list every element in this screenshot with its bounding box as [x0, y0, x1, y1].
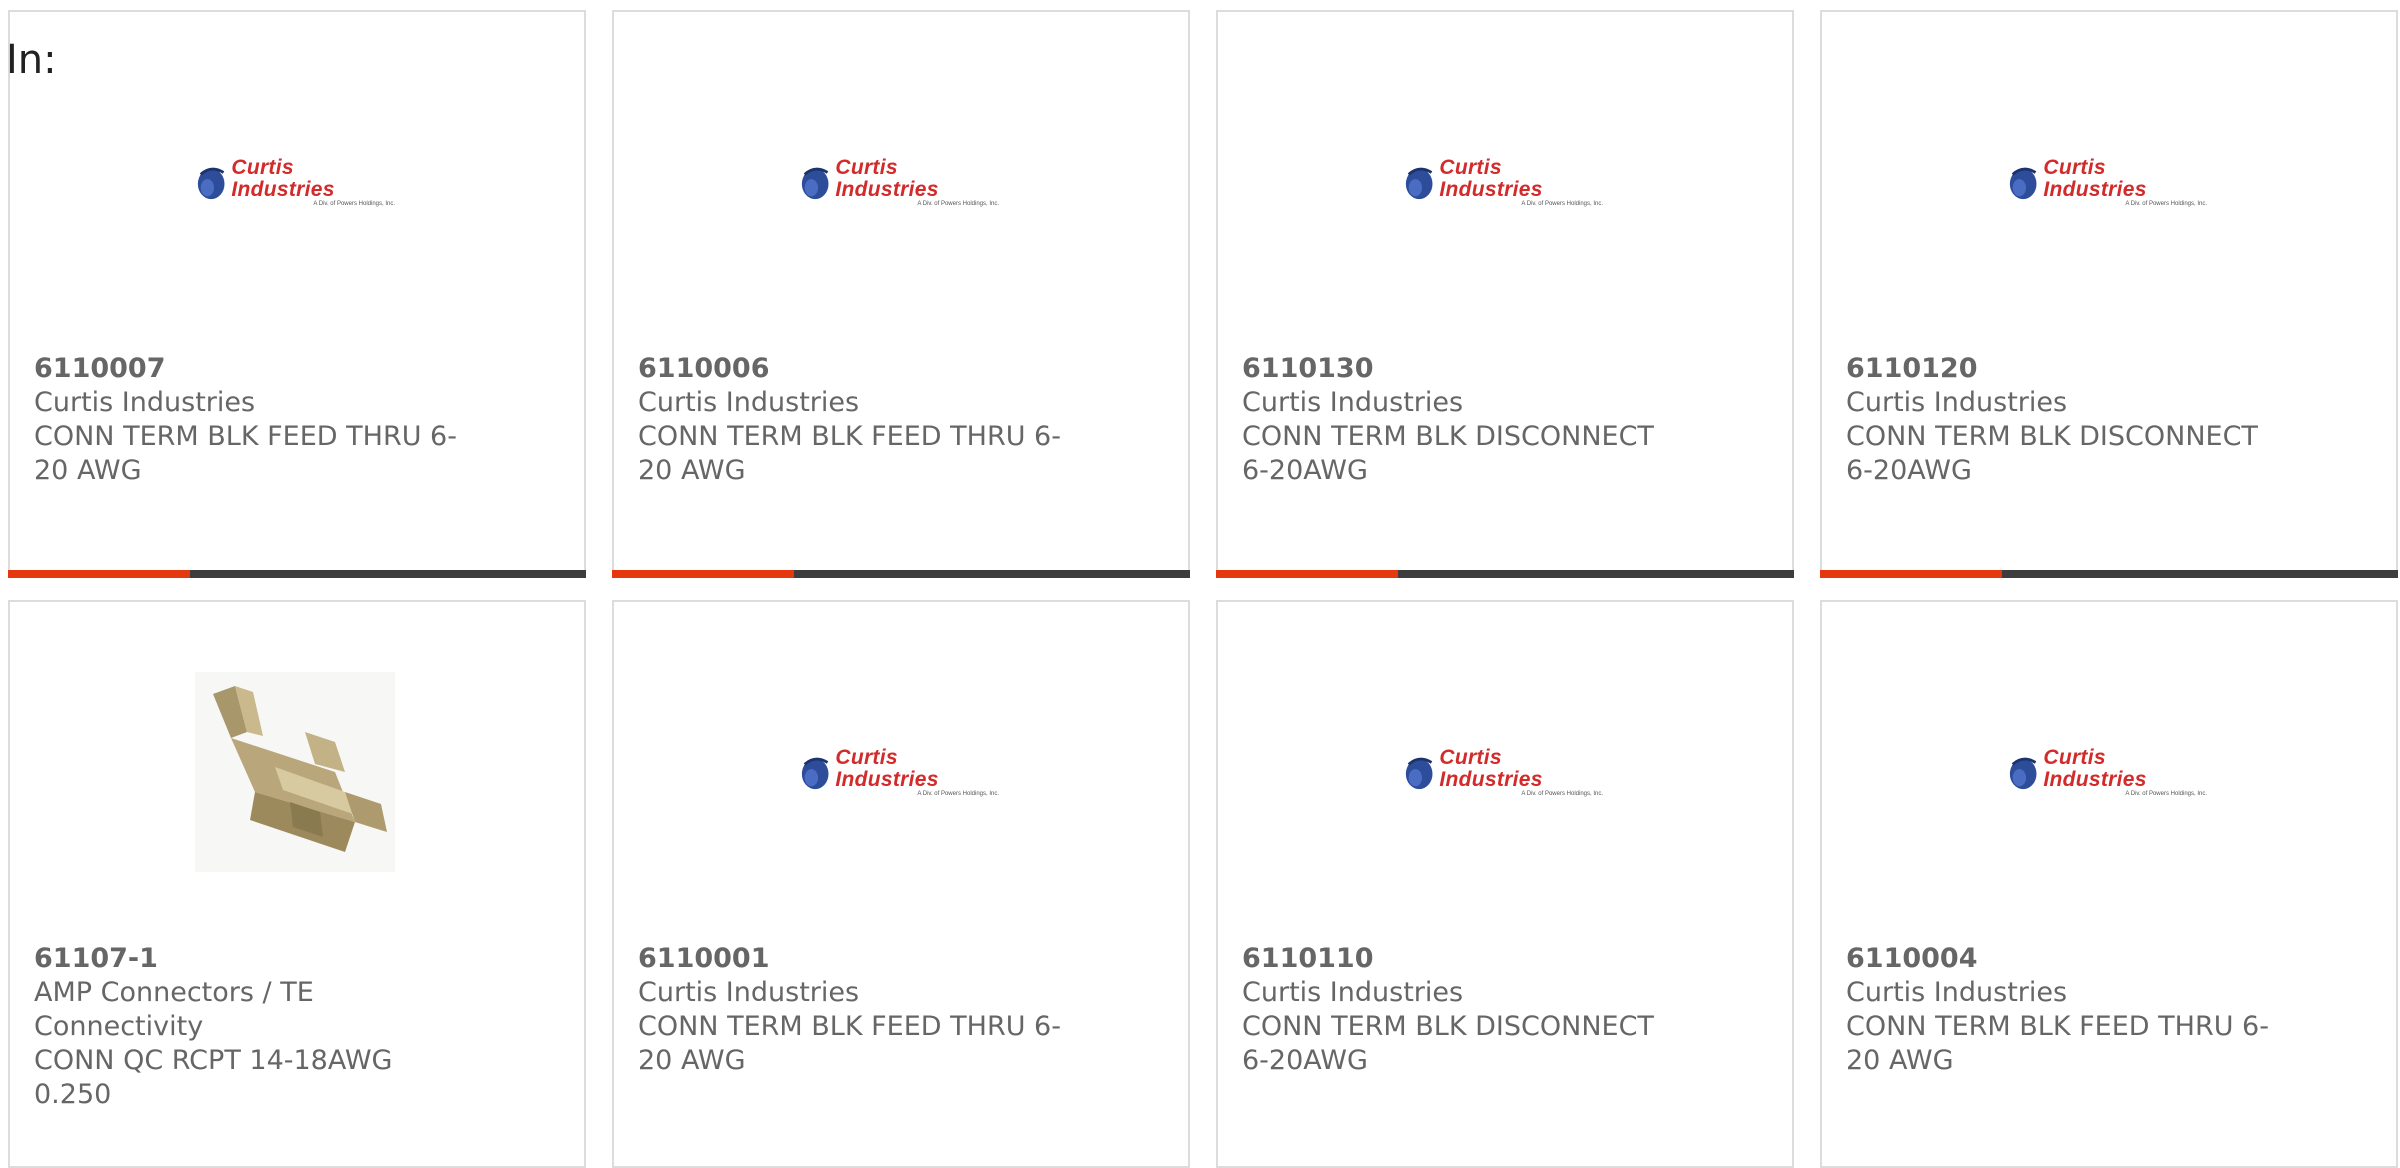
product-image[interactable]: Curtis Industries A Div. of Powers Holdi… — [2007, 82, 2207, 282]
product-image[interactable]: Curtis Industries A Div. of Powers Holdi… — [799, 82, 999, 282]
manufacturer: Curtis Industries — [34, 387, 256, 418]
product-image[interactable]: Curtis Industries A Div. of Powers Holdi… — [1403, 672, 1603, 872]
curtis-industries-logo: Curtis Industries A Div. of Powers Holdi… — [799, 155, 999, 208]
product-image[interactable]: Curtis Industries A Div. of Powers Holdi… — [799, 672, 999, 872]
card-footer-bar — [1820, 570, 2398, 578]
manufacturer: Curtis Industries — [1846, 387, 2068, 418]
filter-in-label: In: — [6, 37, 57, 83]
logo-brand-text: Curtis Industries — [835, 155, 939, 201]
logo-brand-text: Curtis Industries — [835, 745, 939, 791]
logo-tagline: A Div. of Powers Holdings, Inc. — [917, 790, 999, 797]
description: CONN TERM BLK FEED THRU 6-20 AWG — [1846, 1011, 2269, 1076]
curtis-industries-logo: Curtis Industries A Div. of Powers Holdi… — [2007, 155, 2207, 208]
product-card[interactable]: Curtis Industries A Div. of Powers Holdi… — [8, 10, 586, 578]
manufacturer: Curtis Industries — [1242, 977, 1464, 1008]
part-number-link[interactable]: 61107-1 — [34, 942, 464, 976]
description: CONN TERM BLK FEED THRU 6-20 AWG — [638, 421, 1061, 486]
description: CONN TERM BLK DISCONNECT 6-20AWG — [1846, 421, 2258, 486]
product-card[interactable]: Curtis Industries A Div. of Powers Holdi… — [612, 600, 1190, 1168]
globe-icon — [801, 757, 829, 790]
logo-brand-text: Curtis Industries — [1439, 745, 1543, 791]
manufacturer: AMP Connectors / TE Connectivity — [34, 977, 314, 1042]
product-image[interactable]: Curtis Industries A Div. of Powers Holdi… — [2007, 672, 2207, 872]
logo-tagline: A Div. of Powers Holdings, Inc. — [1521, 200, 1603, 207]
description: CONN TERM BLK FEED THRU 6-20 AWG — [34, 421, 457, 486]
product-image[interactable] — [195, 672, 395, 872]
logo-tagline: A Div. of Powers Holdings, Inc. — [313, 200, 395, 207]
part-number-link[interactable]: 6110001 — [638, 942, 1068, 976]
globe-icon — [197, 167, 225, 200]
card-accent-bar — [8, 570, 190, 578]
description: CONN TERM BLK DISCONNECT 6-20AWG — [1242, 421, 1654, 486]
globe-icon — [2009, 757, 2037, 790]
product-image[interactable]: Curtis Industries A Div. of Powers Holdi… — [195, 82, 395, 282]
logo-tagline: A Div. of Powers Holdings, Inc. — [1521, 790, 1603, 797]
curtis-industries-logo: Curtis Industries A Div. of Powers Holdi… — [799, 745, 999, 798]
logo-tagline: A Div. of Powers Holdings, Inc. — [2125, 200, 2207, 207]
curtis-industries-logo: Curtis Industries A Div. of Powers Holdi… — [2007, 745, 2207, 798]
globe-icon — [1405, 757, 1433, 790]
part-number-link[interactable]: 6110120 — [1846, 352, 2276, 386]
manufacturer: Curtis Industries — [638, 977, 860, 1008]
logo-tagline: A Div. of Powers Holdings, Inc. — [917, 200, 999, 207]
logo-tagline: A Div. of Powers Holdings, Inc. — [2125, 790, 2207, 797]
globe-icon — [2009, 167, 2037, 200]
part-number-link[interactable]: 6110007 — [34, 352, 464, 386]
globe-icon — [1405, 167, 1433, 200]
product-card[interactable]: 61107-1 AMP Connectors / TE Connectivity… — [8, 600, 586, 1168]
curtis-industries-logo: Curtis Industries A Div. of Powers Holdi… — [1403, 155, 1603, 208]
description: CONN TERM BLK DISCONNECT 6-20AWG — [1242, 1011, 1654, 1076]
part-number-link[interactable]: 6110004 — [1846, 942, 2276, 976]
card-accent-bar — [612, 570, 794, 578]
manufacturer: Curtis Industries — [638, 387, 860, 418]
globe-icon — [801, 167, 829, 200]
card-footer-bar — [8, 570, 586, 578]
card-footer-bar — [612, 570, 1190, 578]
description: CONN TERM BLK FEED THRU 6-20 AWG — [638, 1011, 1061, 1076]
card-footer-bar — [1216, 570, 1794, 578]
part-number-link[interactable]: 6110110 — [1242, 942, 1672, 976]
part-number-link[interactable]: 6110006 — [638, 352, 1068, 386]
product-card[interactable]: Curtis Industries A Div. of Powers Holdi… — [1216, 600, 1794, 1168]
curtis-industries-logo: Curtis Industries A Div. of Powers Holdi… — [1403, 745, 1603, 798]
manufacturer: Curtis Industries — [1846, 977, 2068, 1008]
quick-connect-terminal-icon — [195, 672, 395, 872]
logo-brand-text: Curtis Industries — [231, 155, 335, 201]
product-card[interactable]: Curtis Industries A Div. of Powers Holdi… — [612, 10, 1190, 578]
part-number-link[interactable]: 6110130 — [1242, 352, 1672, 386]
product-card[interactable]: Curtis Industries A Div. of Powers Holdi… — [1820, 10, 2398, 578]
curtis-industries-logo: Curtis Industries A Div. of Powers Holdi… — [195, 155, 395, 208]
manufacturer: Curtis Industries — [1242, 387, 1464, 418]
card-accent-bar — [1216, 570, 1398, 578]
logo-brand-text: Curtis Industries — [1439, 155, 1543, 201]
logo-brand-text: Curtis Industries — [2043, 745, 2147, 791]
product-image[interactable]: Curtis Industries A Div. of Powers Holdi… — [1403, 82, 1603, 282]
logo-brand-text: Curtis Industries — [2043, 155, 2147, 201]
product-card[interactable]: Curtis Industries A Div. of Powers Holdi… — [1820, 600, 2398, 1168]
product-card[interactable]: Curtis Industries A Div. of Powers Holdi… — [1216, 10, 1794, 578]
card-accent-bar — [1820, 570, 2002, 578]
description: CONN QC RCPT 14-18AWG 0.250 — [34, 1045, 393, 1110]
